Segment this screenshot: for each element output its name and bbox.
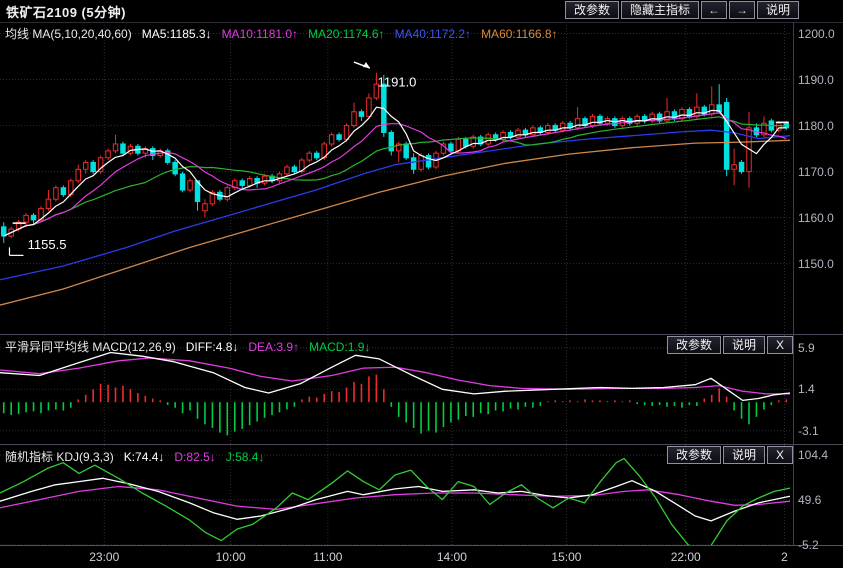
axis-tick-label: 1.4	[798, 382, 815, 396]
indicator-value: MA40:1172.2↑	[395, 27, 472, 41]
change-params-button[interactable]: 改参数	[565, 1, 619, 19]
axis-tick-label: 1190.0	[798, 73, 834, 87]
time-tick-label: 2	[781, 550, 788, 564]
axis-tick-label: 1170.0	[798, 165, 834, 179]
time-tick-label: 10:00	[216, 550, 246, 564]
indicator-value: DIFF:4.8↓	[186, 340, 239, 354]
chart-application: 铁矿石2109 (5分钟) 改参数隐藏主指标←→说明 均线 MA(5,10,20…	[0, 0, 843, 568]
header-buttons: 改参数隐藏主指标←→说明	[565, 1, 799, 19]
change-params-button[interactable]: 改参数	[667, 446, 721, 464]
indicator-value: J:58.4↓	[226, 450, 265, 464]
axis-tick-label: 49.6	[798, 493, 821, 507]
close-button[interactable]: X	[767, 336, 793, 354]
close-button[interactable]: X	[767, 446, 793, 464]
axis-tick-label: 1180.0	[798, 119, 834, 133]
svg-text:1155.5: 1155.5	[28, 237, 67, 252]
help-button[interactable]: 说明	[757, 1, 799, 19]
time-tick-label: 22:00	[671, 550, 701, 564]
axis-tick-label: 5.9	[798, 341, 815, 355]
prev-arrow-button[interactable]: ←	[701, 1, 727, 19]
axis-tick-label: 1200.0	[798, 27, 835, 41]
indicator-value: D:82.5↓	[174, 450, 215, 464]
time-tick-label: 15:00	[551, 550, 581, 564]
axis-tick-label: 104.4	[798, 448, 828, 462]
macd-panel-buttons: 改参数说明X	[667, 336, 793, 354]
ma-indicator-readout: 均线 MA(5,10,20,40,60) MA5:1185.3↓ MA10:1181…	[5, 25, 568, 42]
help-button[interactable]: 说明	[723, 336, 765, 354]
indicator-value: MA60:1166.8↑	[481, 27, 558, 41]
change-params-button[interactable]: 改参数	[667, 336, 721, 354]
indicator-value: DEA:3.9↑	[248, 340, 299, 354]
indicator-value: 随机指标 KDJ(9,3,3)	[5, 450, 114, 464]
next-arrow-button[interactable]: →	[729, 1, 755, 19]
indicator-value: MA20:1174.6↑	[308, 27, 385, 41]
panel-separator	[0, 334, 843, 335]
help-button[interactable]: 说明	[723, 446, 765, 464]
main-candlestick-chart[interactable]: 1191.0 1155.5	[0, 22, 795, 335]
axis-tick-label: -3.1	[798, 424, 819, 438]
time-tick-label: 23:00	[89, 550, 119, 564]
time-axis: 23:00 10:00 11:00 14:00 15:00 22:00 2	[0, 545, 843, 568]
header-bar: 铁矿石2109 (5分钟) 改参数隐藏主指标←→说明	[0, 0, 843, 23]
indicator-value: 均线 MA(5,10,20,40,60)	[5, 27, 132, 41]
indicator-value: K:74.4↓	[124, 450, 165, 464]
indicator-value: MA10:1181.0↑	[222, 27, 299, 41]
kdj-panel-buttons: 改参数说明X	[667, 446, 793, 464]
indicator-value: MACD:1.9↓	[309, 340, 370, 354]
macd-indicator-readout: 平滑异同平均线 MACD(12,26,9) DIFF:4.8↓ DEA:3.9↑ MA…	[5, 338, 380, 355]
axis-tick-label: -5.2	[798, 538, 819, 552]
axis-tick-label: 1160.0	[798, 211, 834, 225]
svg-text:1191.0: 1191.0	[378, 74, 417, 89]
indicator-value: MA5:1185.3↓	[142, 27, 212, 41]
panel-separator	[0, 444, 843, 445]
axis-tick-label: 1150.0	[798, 257, 834, 271]
axis-divider	[793, 22, 794, 545]
time-tick-label: 14:00	[437, 550, 467, 564]
kdj-indicator-readout: 随机指标 KDJ(9,3,3) K:74.4↓ D:82.5↓ J:58.4↓	[5, 448, 274, 465]
hide-main-indicator-button[interactable]: 隐藏主指标	[621, 1, 699, 19]
contract-title: 铁矿石2109 (5分钟)	[0, 2, 126, 21]
time-tick-label: 11:00	[313, 550, 342, 564]
indicator-value: 平滑异同平均线 MACD(12,26,9)	[5, 340, 176, 354]
